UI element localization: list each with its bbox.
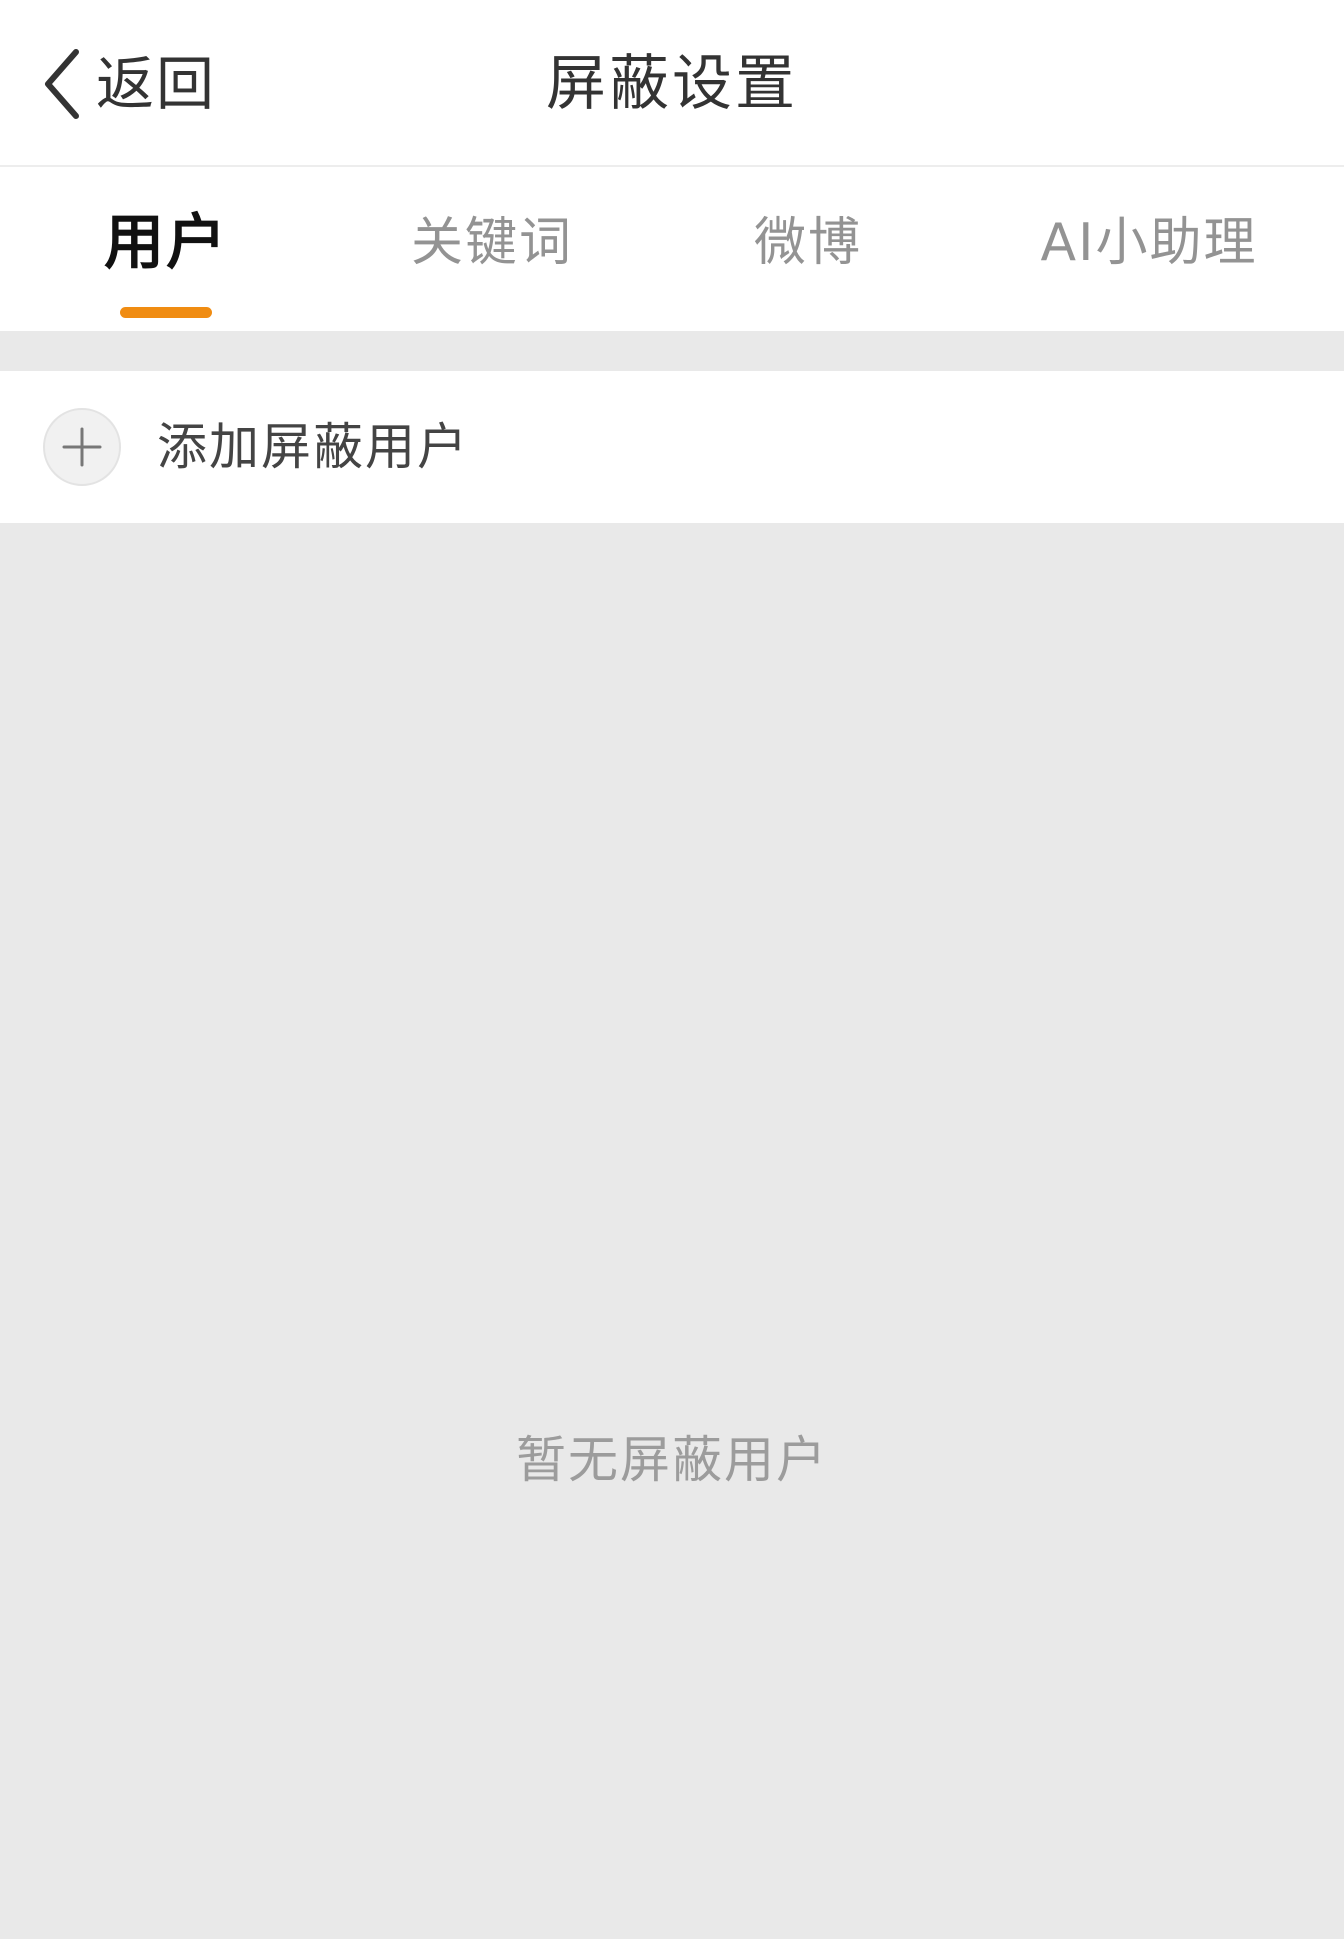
tab-ai-assistant[interactable]: AI小助理 xyxy=(1036,167,1262,331)
empty-state-text: 暂无屏蔽用户 xyxy=(516,1431,828,1489)
page-title: 屏蔽设置 xyxy=(546,49,798,119)
section-divider xyxy=(0,331,1344,371)
tab-users[interactable]: 用户 xyxy=(90,167,242,331)
active-tab-indicator xyxy=(120,307,212,318)
tab-ai-assistant-label: AI小助理 xyxy=(1040,213,1258,273)
tab-weibo[interactable]: 微博 xyxy=(748,167,868,331)
tab-keywords-label: 关键词 xyxy=(410,213,573,273)
tab-keywords[interactable]: 关键词 xyxy=(404,167,580,331)
add-blocked-user-label: 添加屏蔽用户 xyxy=(157,418,469,476)
add-circle xyxy=(43,408,121,486)
block-settings-page: 返回 屏蔽设置 用户 关键词 微博 AI小助理 添加屏蔽用户 暂无屏蔽用户 xyxy=(0,0,1344,1939)
navigation-bar: 返回 屏蔽设置 xyxy=(0,0,1344,167)
plus-icon xyxy=(62,427,102,467)
tab-users-label: 用户 xyxy=(104,208,228,278)
add-blocked-user-button[interactable]: 添加屏蔽用户 xyxy=(0,371,1344,523)
tab-weibo-label: 微博 xyxy=(753,213,862,273)
tab-bar: 用户 关键词 微博 AI小助理 xyxy=(0,167,1344,331)
